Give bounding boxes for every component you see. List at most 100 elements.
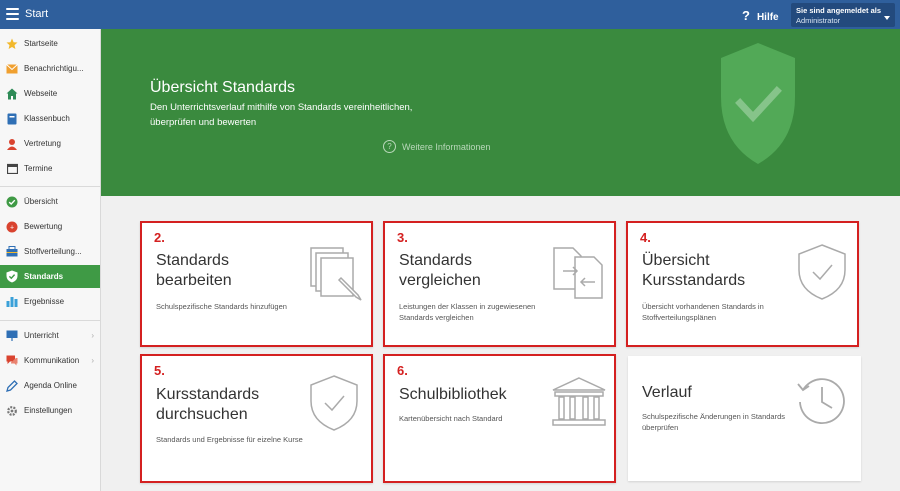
question-circle-icon: ? [383,140,396,153]
sidebar-item-kommunikation[interactable]: Kommunikation › [0,349,100,372]
card-title: Verlauf [642,384,692,401]
card-title: Kursstandards [156,386,260,403]
rating-icon: + [6,221,18,233]
shield-icon [6,270,18,283]
distribution-icon [6,246,18,258]
sidebar-item-bewertung[interactable]: + Bewertung [0,215,100,238]
card-title-line2: bearbeiten [156,272,232,289]
svg-text:+: + [10,224,14,231]
card-description: Standards und Ergebnisse für eizelne Kur… [156,435,303,444]
step-number: 2. [154,230,165,245]
step-number: 5. [154,363,165,378]
sidebar-item-label: Startseite [24,39,58,48]
card-description: Leistungen der Klassen in zugewiesenen S… [399,302,536,322]
sidebar-item-ergebnisse[interactable]: Ergebnisse [0,290,100,313]
sidebar-item-standards[interactable]: Standards [0,265,100,288]
chevron-right-icon: › [91,331,94,340]
calendar-icon [6,163,18,175]
sidebar-item-agenda-online[interactable]: Agenda Online [0,374,100,397]
sidebar-item-label: Benachrichtigu... [24,64,84,73]
page-title: Übersicht Standards [150,79,295,96]
sidebar: Startseite Benachrichtigu... Webseite Kl… [0,29,101,491]
help-label: Hilfe [756,12,779,23]
user-menu[interactable]: Sie sind angemeldet als Administrator [791,3,895,27]
step-number: 3. [397,230,408,245]
chat-icon [6,355,18,367]
card-description: Übersicht vorhandenen Standards in Stoff… [642,302,764,322]
card-uebersicht-kursstandards[interactable]: 4. Übersicht Kursstandards Übersicht vor… [626,221,859,347]
sidebar-item-label: Bewertung [24,222,63,231]
question-icon: ? [742,8,750,23]
cards-area: 2. Standards bearbeiten Schulspezifische… [101,196,900,491]
shield-check-icon [721,43,795,164]
step-number: 4. [640,230,651,245]
sidebar-item-klassenbuch[interactable]: Klassenbuch [0,107,100,130]
user-status-label: Sie sind angemeldet als [796,6,882,15]
sidebar-item-benachrichtigungen[interactable]: Benachrichtigu... [0,57,100,80]
more-info-link[interactable]: ? Weitere Informationen [383,140,490,153]
gear-icon [6,405,18,417]
sidebar-item-webseite[interactable]: Webseite [0,82,100,105]
card-title: Standards [399,252,472,269]
card-schulbibliothek[interactable]: 6. Schulbibliothek Kartenübersicht nach … [383,354,616,483]
card-verlauf[interactable]: Verlauf Schulspezifische Änderungen in S… [628,356,861,481]
sidebar-item-label: Stoffverteilung... [24,247,82,256]
compare-documents-icon [553,247,603,299]
card-standards-vergleichen[interactable]: 3. Standards vergleichen Leistungen der … [383,221,616,347]
step-number: 6. [397,363,408,378]
card-title: Standards [156,252,229,269]
sidebar-item-label: Vertretung [24,139,61,148]
check-circle-icon [6,196,18,208]
chevron-right-icon: › [91,356,94,365]
card-kursstandards-durchsuchen[interactable]: 5. Kursstandards durchsuchen Standards u… [140,354,373,483]
envelope-icon [6,63,18,75]
card-description: Schulspezifische Änderungen in Standards… [642,412,786,432]
history-clock-icon [797,378,845,425]
sidebar-item-startseite[interactable]: Startseite [0,32,100,55]
card-description: Kartenübersicht nach Standard [399,414,503,423]
sidebar-divider [0,186,100,187]
sidebar-item-label: Termine [24,164,53,173]
caret-down-icon [884,16,890,20]
sidebar-item-vertretung[interactable]: Vertretung [0,132,100,155]
sidebar-item-label: Einstellungen [24,406,73,415]
sidebar-item-unterricht[interactable]: Unterricht › [0,324,100,347]
sidebar-item-label: Klassenbuch [24,114,70,123]
book-icon [6,113,18,125]
hamburger-menu-icon[interactable] [6,8,19,20]
user-name: Administrator [796,16,841,25]
bar-chart-icon [6,296,18,308]
sidebar-item-label: Agenda Online [24,381,77,390]
card-standards-bearbeiten[interactable]: 2. Standards bearbeiten Schulspezifische… [140,221,373,347]
library-icon [552,377,606,426]
app-title[interactable]: Start [25,8,48,20]
more-info-label: Weitere Informationen [402,141,491,152]
card-title: Übersicht [642,252,710,269]
sidebar-item-uebersicht[interactable]: Übersicht [0,190,100,213]
person-icon [6,138,18,150]
star-icon [6,38,18,50]
sidebar-item-label: Kommunikation [24,356,80,365]
card-title-line2: vergleichen [399,272,481,289]
sidebar-item-label: Standards [24,272,64,281]
house-icon [6,88,18,100]
sidebar-item-label: Ergebnisse [24,297,65,306]
help-link[interactable]: ? Hilfe [742,8,779,23]
sidebar-item-termine[interactable]: Termine [0,157,100,180]
sidebar-divider [0,320,100,321]
whiteboard-icon [6,330,18,342]
shield-check-icon [310,375,358,431]
sidebar-item-stoffverteilung[interactable]: Stoffverteilung... [0,240,100,263]
card-description: Schulspezifische Standards hinzufügen [156,302,287,311]
page-subtitle: Den Unterrichtsverlauf mithilfe von Stan… [150,102,413,128]
documents-edit-icon [310,247,362,301]
sidebar-item-einstellungen[interactable]: Einstellungen [0,399,100,422]
shield-check-icon [798,244,846,300]
card-title-line2: Kursstandards [642,272,746,289]
top-bar: Start ? Hilfe Sie sind angemeldet als Adm… [0,0,900,29]
sidebar-item-label: Übersicht [24,197,58,206]
hero-banner: Übersicht Standards Den Unterrichtsverla… [101,29,900,196]
sidebar-item-label: Unterricht [24,331,59,340]
card-title: Schulbibliothek [399,386,507,403]
card-title-line2: durchsuchen [156,406,248,423]
